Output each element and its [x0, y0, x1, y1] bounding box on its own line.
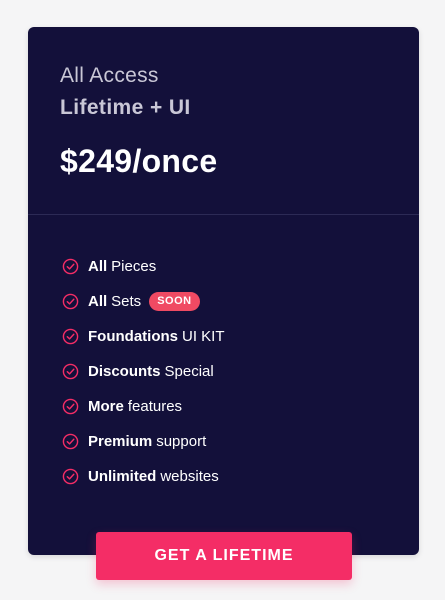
feature-item: Premium support [62, 424, 225, 459]
plan-price: $249/once [60, 143, 218, 179]
feature-item: More features [62, 389, 225, 424]
divider [28, 214, 419, 215]
feature-strong: Premium [88, 433, 153, 450]
check-circle-icon [62, 468, 79, 485]
feature-text: Sets [111, 293, 142, 310]
feature-text: features [127, 398, 183, 415]
pricing-card: All Access Lifetime + UI $249/once All P… [28, 27, 419, 555]
feature-item: All Sets SOON [62, 284, 225, 319]
check-circle-icon [62, 293, 79, 310]
feature-strong: All [88, 258, 108, 275]
get-lifetime-button[interactable]: GET A LIFETIME [96, 532, 352, 580]
plan-name: All Access [60, 64, 159, 87]
check-circle-icon [62, 258, 79, 275]
feature-text: websites [160, 468, 219, 485]
feature-text: Special [164, 363, 214, 380]
feature-strong: All [88, 293, 108, 310]
feature-strong: Discounts [88, 363, 161, 380]
feature-text: Pieces [111, 258, 157, 275]
plan-subtitle: Lifetime + UI [60, 96, 191, 119]
feature-item: Discounts Special [62, 354, 225, 389]
check-circle-icon [62, 363, 79, 380]
soon-badge: SOON [149, 292, 200, 311]
feature-strong: Unlimited [88, 468, 157, 485]
feature-text: support [156, 433, 207, 450]
feature-text: UI KIT [182, 328, 225, 345]
feature-strong: More [88, 398, 124, 415]
feature-item: Foundations UI KIT [62, 319, 225, 354]
check-circle-icon [62, 433, 79, 450]
feature-item: All Pieces [62, 249, 225, 284]
feature-item: Unlimited websites [62, 459, 225, 494]
check-circle-icon [62, 398, 79, 415]
check-circle-icon [62, 328, 79, 345]
feature-list: All Pieces All Sets SOON Foundations UI … [62, 249, 225, 494]
feature-strong: Foundations [88, 328, 178, 345]
